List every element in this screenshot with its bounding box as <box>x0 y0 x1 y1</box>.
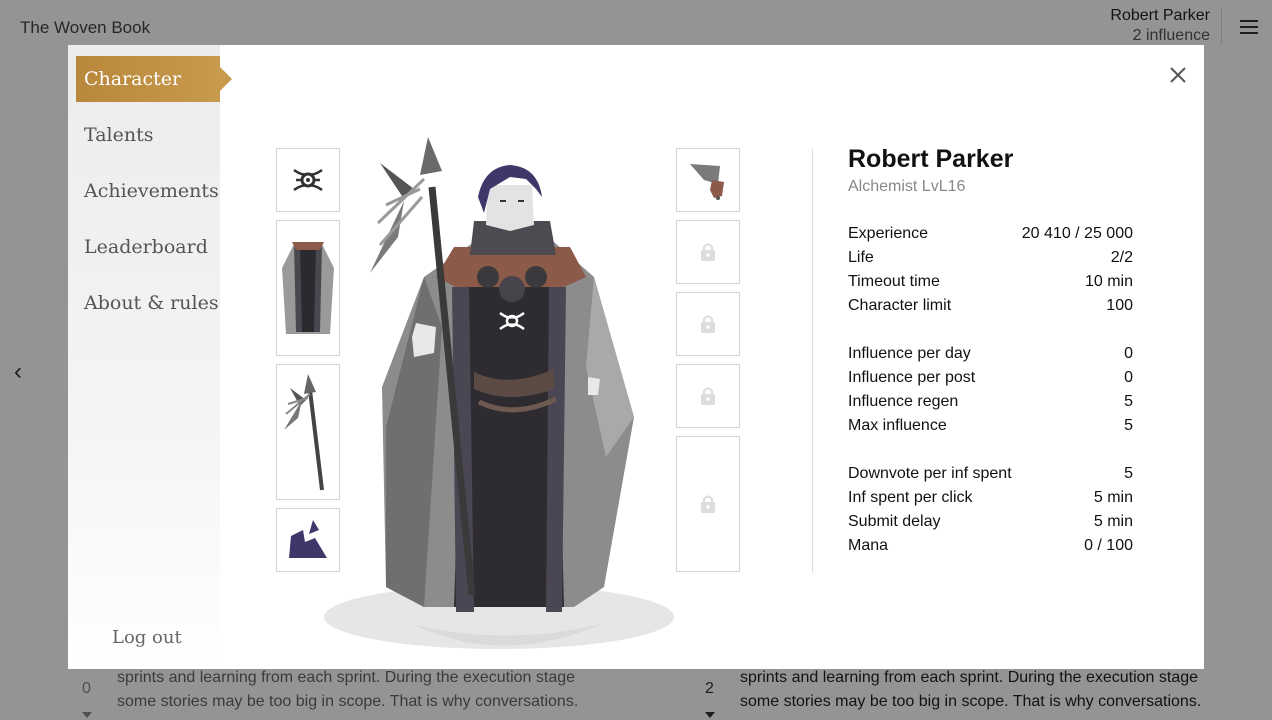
stat-label: Character limit <box>848 297 952 314</box>
stat-label: Influence per post <box>848 369 976 386</box>
stat-label: Influence per day <box>848 345 971 362</box>
lock-icon <box>701 387 715 405</box>
character-name: Robert Parker <box>848 145 1014 173</box>
equipment-slot-locked <box>676 220 740 284</box>
emblem-icon <box>293 168 323 192</box>
lock-icon <box>701 315 715 333</box>
stat-value: 5 min <box>1093 489 1133 506</box>
stat-value: 5 <box>1124 417 1133 434</box>
stat-value: 100 <box>1106 297 1133 314</box>
stat-row-max-influence: Max influence 5 <box>848 414 1133 438</box>
stat-label: Influence regen <box>848 393 959 410</box>
stat-row-influence-regen: Influence regen 5 <box>848 390 1133 414</box>
equipment-slot-locked <box>676 436 740 572</box>
stat-label: Submit delay <box>848 513 941 530</box>
stat-row-downvote-per-inf: Downvote per inf spent 5 <box>848 462 1133 486</box>
lock-icon <box>701 495 715 513</box>
tab-talents[interactable]: Talents <box>76 112 220 158</box>
stat-label: Mana <box>848 537 889 554</box>
stat-value: 0 <box>1124 345 1133 362</box>
gloves-icon <box>690 164 724 200</box>
stat-label: Max influence <box>848 417 947 434</box>
modal-sidenav: Character Talents Achievements Leaderboa… <box>68 45 232 669</box>
stat-row-submit-delay: Submit delay 5 min <box>848 510 1133 534</box>
stat-row-influence-per-post: Influence per post 0 <box>848 366 1133 390</box>
stat-row-timeout-time: Timeout time 10 min <box>848 270 1133 294</box>
stat-value: 10 min <box>1084 273 1133 290</box>
stat-row-mana: Mana 0 / 100 <box>848 534 1133 558</box>
equipment-slot-gloves[interactable] <box>676 148 740 212</box>
equipment-slot-locked <box>676 292 740 356</box>
character-modal: Character Talents Achievements Leaderboa… <box>68 45 1204 669</box>
stat-row-inf-spent-per-click: Inf spent per click 5 min <box>848 486 1133 510</box>
lock-icon <box>701 243 715 261</box>
stat-label: Life <box>848 249 874 266</box>
stat-row-life: Life 2/2 <box>848 246 1133 270</box>
tab-about-rules[interactable]: About & rules <box>76 280 220 326</box>
stat-row-character-limit: Character limit 100 <box>848 294 1133 318</box>
stat-row-influence-per-day: Influence per day 0 <box>848 342 1133 366</box>
stat-value: 20 410 / 25 000 <box>1021 225 1133 242</box>
divider <box>812 149 813 573</box>
character-illustration <box>324 137 674 649</box>
tab-character[interactable]: Character <box>76 56 232 102</box>
stat-label: Downvote per inf spent <box>848 465 1012 482</box>
stat-label: Timeout time <box>848 273 940 290</box>
logout-button[interactable]: Log out <box>112 627 182 648</box>
stat-label: Experience <box>848 225 929 242</box>
stat-value: 0 <box>1124 369 1133 386</box>
stat-value: 5 min <box>1093 513 1133 530</box>
stat-value: 0 / 100 <box>1084 537 1133 554</box>
tab-achievements[interactable]: Achievements <box>76 168 220 214</box>
character-class-level: Alchemist LvL16 <box>848 178 966 195</box>
tab-leaderboard[interactable]: Leaderboard <box>76 224 220 270</box>
close-icon[interactable] <box>1166 63 1190 87</box>
equipment-slot-locked <box>676 364 740 428</box>
stat-row-experience: Experience 20 410 / 25 000 <box>848 222 1133 246</box>
stat-value: 2/2 <box>1110 249 1133 266</box>
stat-label: Inf spent per click <box>848 489 973 506</box>
stat-value: 5 <box>1124 393 1133 410</box>
stat-value: 5 <box>1124 465 1133 482</box>
